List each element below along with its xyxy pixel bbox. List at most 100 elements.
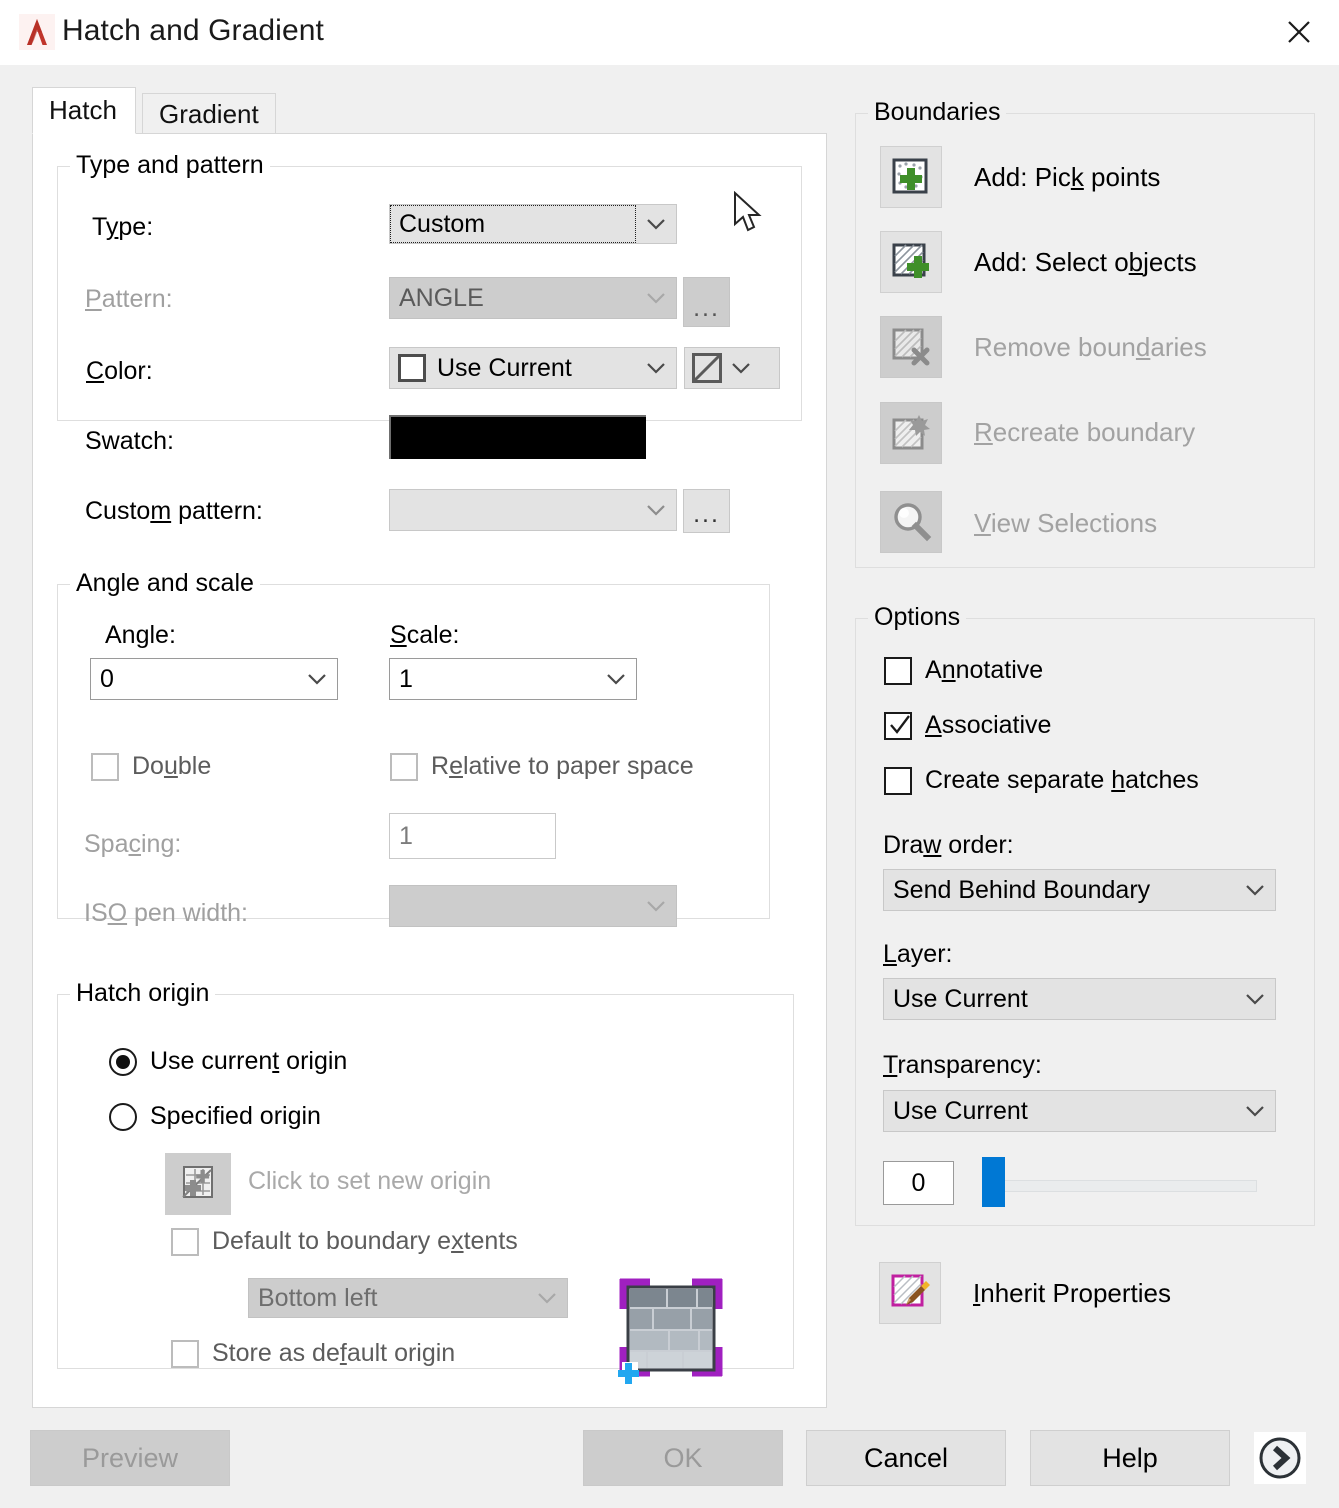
pattern-label-post: attern: <box>102 285 173 313</box>
app-label-accel: k <box>1071 162 1084 192</box>
add-pick-points-icon <box>889 155 933 199</box>
inherit-properties-button[interactable] <box>879 1262 941 1324</box>
aso-label-post: jects <box>1143 247 1196 277</box>
chevron-down-icon <box>297 672 337 686</box>
rtps-label-post: lative to paper space <box>463 752 694 780</box>
assoc-label-accel: A <box>925 711 942 739</box>
add-pick-points-button[interactable] <box>880 146 942 208</box>
type-label: Type: <box>92 213 153 242</box>
checkbox-box <box>884 767 912 795</box>
recreate-boundary-button <box>880 402 942 464</box>
dialog-body: Hatch Gradient Type and pattern Type: Cu… <box>0 65 1339 1508</box>
rb-label-accel: d <box>1136 332 1150 362</box>
hatch-origin-preview-icon <box>606 1269 736 1391</box>
use-current-origin-label: Use current origin <box>150 1047 347 1076</box>
tab-hatch[interactable]: Hatch <box>32 87 136 134</box>
type-and-pattern-group: Type and pattern Type: Custom Pattern: A… <box>57 166 802 421</box>
custom-pattern-browse-button[interactable]: ... <box>683 489 730 533</box>
preview-button-label: Preview <box>82 1443 178 1474</box>
sado-label-post: ault origin <box>347 1339 455 1367</box>
aso-label-pre: Add: Select o <box>974 247 1129 277</box>
view-selections-button <box>880 491 942 553</box>
associative-checkbox[interactable]: Associative <box>884 711 1051 740</box>
pattern-swatch-preview[interactable] <box>389 415 646 459</box>
type-combo[interactable]: Custom <box>389 204 677 244</box>
annotative-checkbox[interactable]: Annotative <box>884 656 1043 685</box>
autocad-logo-icon <box>18 13 56 51</box>
add-select-objects-button[interactable] <box>880 231 942 293</box>
double-checkbox: Double <box>91 752 211 781</box>
type-label-accel: y <box>106 213 119 241</box>
draw-order-value: Send Behind Boundary <box>884 876 1235 905</box>
csh-label-post: atches <box>1125 766 1199 794</box>
custom-pattern-label-pre: Custo <box>85 497 150 525</box>
custom-pattern-browse-label: ... <box>693 504 720 524</box>
hatch-origin-title: Hatch origin <box>70 979 215 1008</box>
create-separate-hatches-label: Create separate hatches <box>925 766 1199 795</box>
pattern-combo: ANGLE <box>389 277 677 319</box>
ann-label-post: notative <box>956 656 1044 684</box>
remove-boundaries-icon <box>889 325 933 369</box>
scale-label-post: cale: <box>407 621 460 649</box>
spacing-label-accel: c <box>128 830 141 858</box>
check-icon <box>890 714 908 734</box>
click-to-set-origin-label: Click to set new origin <box>248 1167 491 1196</box>
view-selections-label: View Selections <box>974 508 1157 539</box>
options-group: Options Annotative Associative Create se… <box>855 618 1315 1226</box>
extents-corner-value: Bottom left <box>249 1284 527 1313</box>
relative-to-paper-space-label: Relative to paper space <box>431 752 694 781</box>
color-label-accel: C <box>86 357 104 385</box>
draw-order-combo[interactable]: Send Behind Boundary <box>883 869 1276 911</box>
layer-label: Layer: <box>883 940 953 969</box>
close-icon[interactable] <box>1273 8 1325 56</box>
checkbox-box <box>884 657 912 685</box>
layer-value: Use Current <box>884 985 1235 1014</box>
double-label-post: ble <box>178 752 211 780</box>
remove-boundaries-label: Remove boundaries <box>974 332 1207 363</box>
sado-label-pre: Store as de <box>212 1339 340 1367</box>
lay-label-post: ayer: <box>897 940 953 968</box>
chevron-down-icon <box>1235 1104 1275 1118</box>
transparency-amount-input[interactable]: 0 <box>883 1161 954 1205</box>
chevron-down-icon <box>596 672 636 686</box>
spacing-label-pre: Spa <box>84 830 128 858</box>
angle-combo[interactable]: 0 <box>90 658 338 700</box>
background-color-combo[interactable] <box>684 347 780 389</box>
chevron-down-icon <box>636 217 676 231</box>
default-to-boundary-extents-checkbox: Default to boundary extents <box>171 1227 518 1256</box>
help-button[interactable]: Help <box>1030 1430 1230 1486</box>
ok-button-label: OK <box>663 1443 702 1474</box>
color-combo-value: Use Current <box>426 354 636 383</box>
assoc-label-post: ssociative <box>942 711 1052 739</box>
scale-combo[interactable]: 1 <box>389 658 637 700</box>
specified-origin-radio[interactable]: Specified origin <box>109 1102 321 1131</box>
tab-gradient[interactable]: Gradient <box>142 93 276 134</box>
transparency-combo[interactable]: Use Current <box>883 1090 1276 1132</box>
transparency-slider-thumb[interactable] <box>982 1157 1005 1207</box>
angle-combo-value: 0 <box>91 665 297 694</box>
expand-dialog-button[interactable] <box>1254 1432 1306 1484</box>
custom-pattern-label: Custom pattern: <box>85 497 263 526</box>
create-separate-hatches-checkbox[interactable]: Create separate hatches <box>884 766 1199 795</box>
layer-combo[interactable]: Use Current <box>883 978 1276 1020</box>
rb-label-post: aries <box>1150 332 1206 362</box>
chevron-down-icon <box>636 899 676 913</box>
iso-pen-width-combo <box>389 885 677 927</box>
custom-pattern-label-post: pattern: <box>171 497 263 525</box>
preview-button: Preview <box>30 1430 230 1486</box>
remove-boundaries-button <box>880 316 942 378</box>
chevron-down-icon <box>722 361 760 375</box>
rcb-label-accel: R <box>974 417 993 447</box>
do-label-post: order: <box>941 831 1013 859</box>
vs-label-post: iew Selections <box>991 508 1157 538</box>
color-combo[interactable]: Use Current <box>389 347 677 389</box>
specified-origin-label: Specified origin <box>150 1102 321 1131</box>
chevron-down-icon <box>636 291 676 305</box>
use-current-origin-radio[interactable]: Use current origin <box>109 1047 347 1076</box>
cancel-button[interactable]: Cancel <box>806 1430 1006 1486</box>
store-as-default-origin-checkbox: Store as default origin <box>171 1339 455 1368</box>
rtps-label-accel: e <box>449 752 463 780</box>
csh-label-accel: h <box>1111 766 1125 794</box>
transparency-slider-track[interactable] <box>991 1180 1257 1192</box>
angle-label: Angle: <box>105 621 176 650</box>
